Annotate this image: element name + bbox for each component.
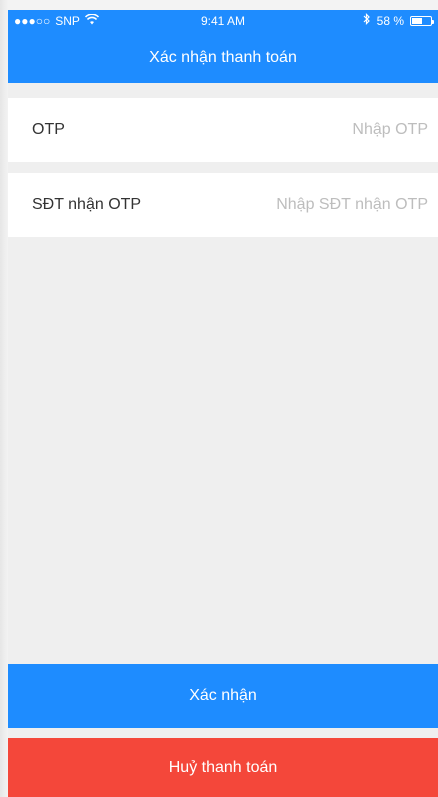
confirm-button[interactable]: Xác nhận — [8, 664, 438, 728]
payment-confirmation-screen: ●●●○○ SNP 9:41 AM 58 % Xác nhận thanh to… — [0, 0, 438, 797]
page-title: Xác nhận thanh toán — [149, 49, 297, 66]
battery-icon — [410, 16, 434, 26]
status-bar: ●●●○○ SNP 9:41 AM 58 % — [8, 10, 438, 32]
phone-input[interactable] — [208, 196, 428, 214]
otp-input[interactable] — [208, 121, 428, 139]
header-bar: ●●●○○ SNP 9:41 AM 58 % Xác nhận thanh to… — [8, 10, 438, 83]
bluetooth-icon — [363, 10, 371, 32]
phone-label: SĐT nhận OTP — [32, 196, 142, 213]
otp-row: OTP — [8, 98, 438, 162]
top-frame-gap — [0, 0, 438, 10]
left-frame-edge — [0, 0, 8, 797]
battery-percentage: 58 % — [376, 14, 404, 28]
otp-label: OTP — [32, 121, 65, 138]
battery-level-fill — [412, 18, 422, 24]
phone-row: SĐT nhận OTP — [8, 173, 438, 237]
status-right: 58 % — [363, 10, 434, 32]
cancel-payment-button[interactable]: Huỷ thanh toán — [8, 738, 438, 797]
